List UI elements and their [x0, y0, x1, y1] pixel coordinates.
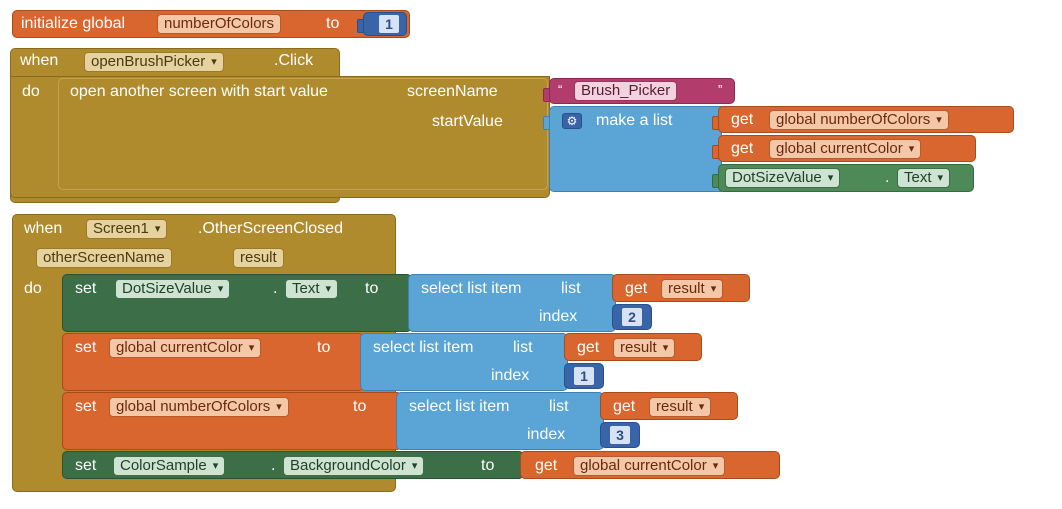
- text-block[interactable]: “ Brush_Picker ”: [549, 78, 735, 104]
- select-list-item-label: select list item: [421, 280, 522, 297]
- get-block-item2[interactable]: get global currentColor: [718, 135, 976, 162]
- get-block-currentcolor[interactable]: get global currentColor: [520, 451, 780, 479]
- set-variable-dropdown[interactable]: global currentColor: [109, 338, 262, 358]
- component-dropdown-dotsizevalue[interactable]: DotSizeValue: [115, 279, 231, 299]
- number-block[interactable]: 1: [564, 363, 604, 389]
- get-block-result[interactable]: get result: [612, 274, 750, 302]
- set-variable-dropdown[interactable]: global numberOfColors: [109, 397, 289, 417]
- get-block-result[interactable]: get result: [564, 333, 702, 361]
- set-keyword: set: [75, 280, 97, 297]
- index-label: index: [527, 426, 566, 443]
- get-block-item1[interactable]: get global numberOfColors: [718, 106, 1014, 133]
- select-list-item-label: select list item: [409, 398, 510, 415]
- to-keyword: to: [317, 339, 331, 356]
- mutator-gear-icon[interactable]: ⚙: [562, 113, 582, 129]
- text-value-field[interactable]: Brush_Picker: [574, 81, 678, 101]
- get-variable-dropdown[interactable]: global numberOfColors: [769, 110, 949, 130]
- index-label: index: [539, 308, 578, 325]
- component-dropdown-colorsample[interactable]: ColorSample: [113, 456, 226, 476]
- get-variable-dropdown[interactable]: result: [613, 338, 676, 358]
- to-keyword: to: [326, 15, 340, 32]
- list-label: list: [549, 398, 569, 415]
- select-list-item-block[interactable]: select list item list index: [408, 274, 616, 332]
- number-block[interactable]: 1: [363, 12, 407, 36]
- param-othescreenname[interactable]: otherScreenName: [36, 248, 172, 268]
- component-dropdown-dotsizevalue[interactable]: DotSizeValue: [725, 168, 841, 188]
- get-variable-dropdown[interactable]: global currentColor: [769, 139, 922, 159]
- get-variable-dropdown[interactable]: result: [649, 397, 712, 417]
- set-variable-block-currentcolor[interactable]: set global currentColor to: [62, 333, 364, 391]
- set-property-block-colorsample[interactable]: set ColorSample . BackgroundColor to: [62, 451, 524, 479]
- select-list-item-block[interactable]: select list item list index: [360, 333, 568, 391]
- component-dropdown-screen1[interactable]: Screen1: [86, 219, 168, 239]
- get-variable-dropdown[interactable]: result: [661, 279, 724, 299]
- dot-separator: .: [885, 169, 890, 186]
- get-keyword: get: [577, 339, 600, 356]
- property-dropdown-backgroundcolor[interactable]: BackgroundColor: [283, 456, 425, 476]
- event-name: .OtherScreenClosed: [198, 220, 343, 237]
- get-keyword: get: [613, 398, 636, 415]
- get-keyword: get: [625, 280, 648, 297]
- property-dropdown-text[interactable]: Text: [285, 279, 339, 299]
- init-global-keyword: initialize global: [21, 15, 126, 32]
- to-keyword: to: [481, 457, 495, 474]
- number-value-field[interactable]: 3: [609, 425, 631, 445]
- get-variable-dropdown[interactable]: global currentColor: [573, 456, 726, 476]
- dot-separator: .: [271, 457, 276, 474]
- number-value-field[interactable]: 1: [573, 366, 595, 386]
- event-name: .Click: [274, 52, 314, 69]
- number-block[interactable]: 3: [600, 422, 640, 448]
- select-list-item-label: select list item: [373, 339, 474, 356]
- get-keyword: get: [731, 111, 754, 128]
- make-list-block[interactable]: ⚙ make a list: [549, 106, 721, 192]
- get-keyword: get: [535, 457, 558, 474]
- screen-name-label: screenName: [407, 83, 498, 100]
- number-block[interactable]: 2: [612, 304, 652, 330]
- list-label: list: [513, 339, 533, 356]
- param-result[interactable]: result: [233, 248, 284, 268]
- init-global-block[interactable]: initialize global numberOfColors to 1: [12, 10, 410, 38]
- open-screen-label: open another screen with start value: [70, 83, 328, 100]
- index-label: index: [491, 367, 530, 384]
- set-property-block-dotsize[interactable]: set DotSizeValue . Text to: [62, 274, 412, 332]
- component-dropdown-openbrushpicker[interactable]: openBrushPicker: [84, 52, 224, 72]
- make-list-label: make a list: [596, 112, 673, 129]
- set-variable-block-numberofcolors[interactable]: set global numberOfColors to: [62, 392, 402, 450]
- number-value-field[interactable]: 1: [378, 14, 400, 34]
- get-block-result[interactable]: get result: [600, 392, 738, 420]
- set-keyword: set: [75, 398, 97, 415]
- select-list-item-block[interactable]: select list item list index: [396, 392, 604, 450]
- property-dropdown-text[interactable]: Text: [897, 168, 951, 188]
- quote-open-icon: “: [558, 82, 563, 97]
- number-value-field[interactable]: 2: [621, 307, 643, 327]
- set-keyword: set: [75, 339, 97, 356]
- variable-name-field[interactable]: numberOfColors: [157, 14, 282, 34]
- do-keyword: do: [22, 83, 40, 100]
- when-keyword: when: [20, 52, 59, 69]
- property-getter-block[interactable]: DotSizeValue . Text: [718, 164, 974, 192]
- to-keyword: to: [353, 398, 367, 415]
- dot-separator: .: [273, 280, 278, 297]
- get-keyword: get: [731, 140, 754, 157]
- set-keyword: set: [75, 457, 97, 474]
- do-keyword: do: [24, 280, 42, 297]
- quote-close-icon: ”: [718, 82, 723, 97]
- to-keyword: to: [365, 280, 379, 297]
- list-label: list: [561, 280, 581, 297]
- start-value-label: startValue: [432, 113, 503, 130]
- when-keyword: when: [24, 220, 63, 237]
